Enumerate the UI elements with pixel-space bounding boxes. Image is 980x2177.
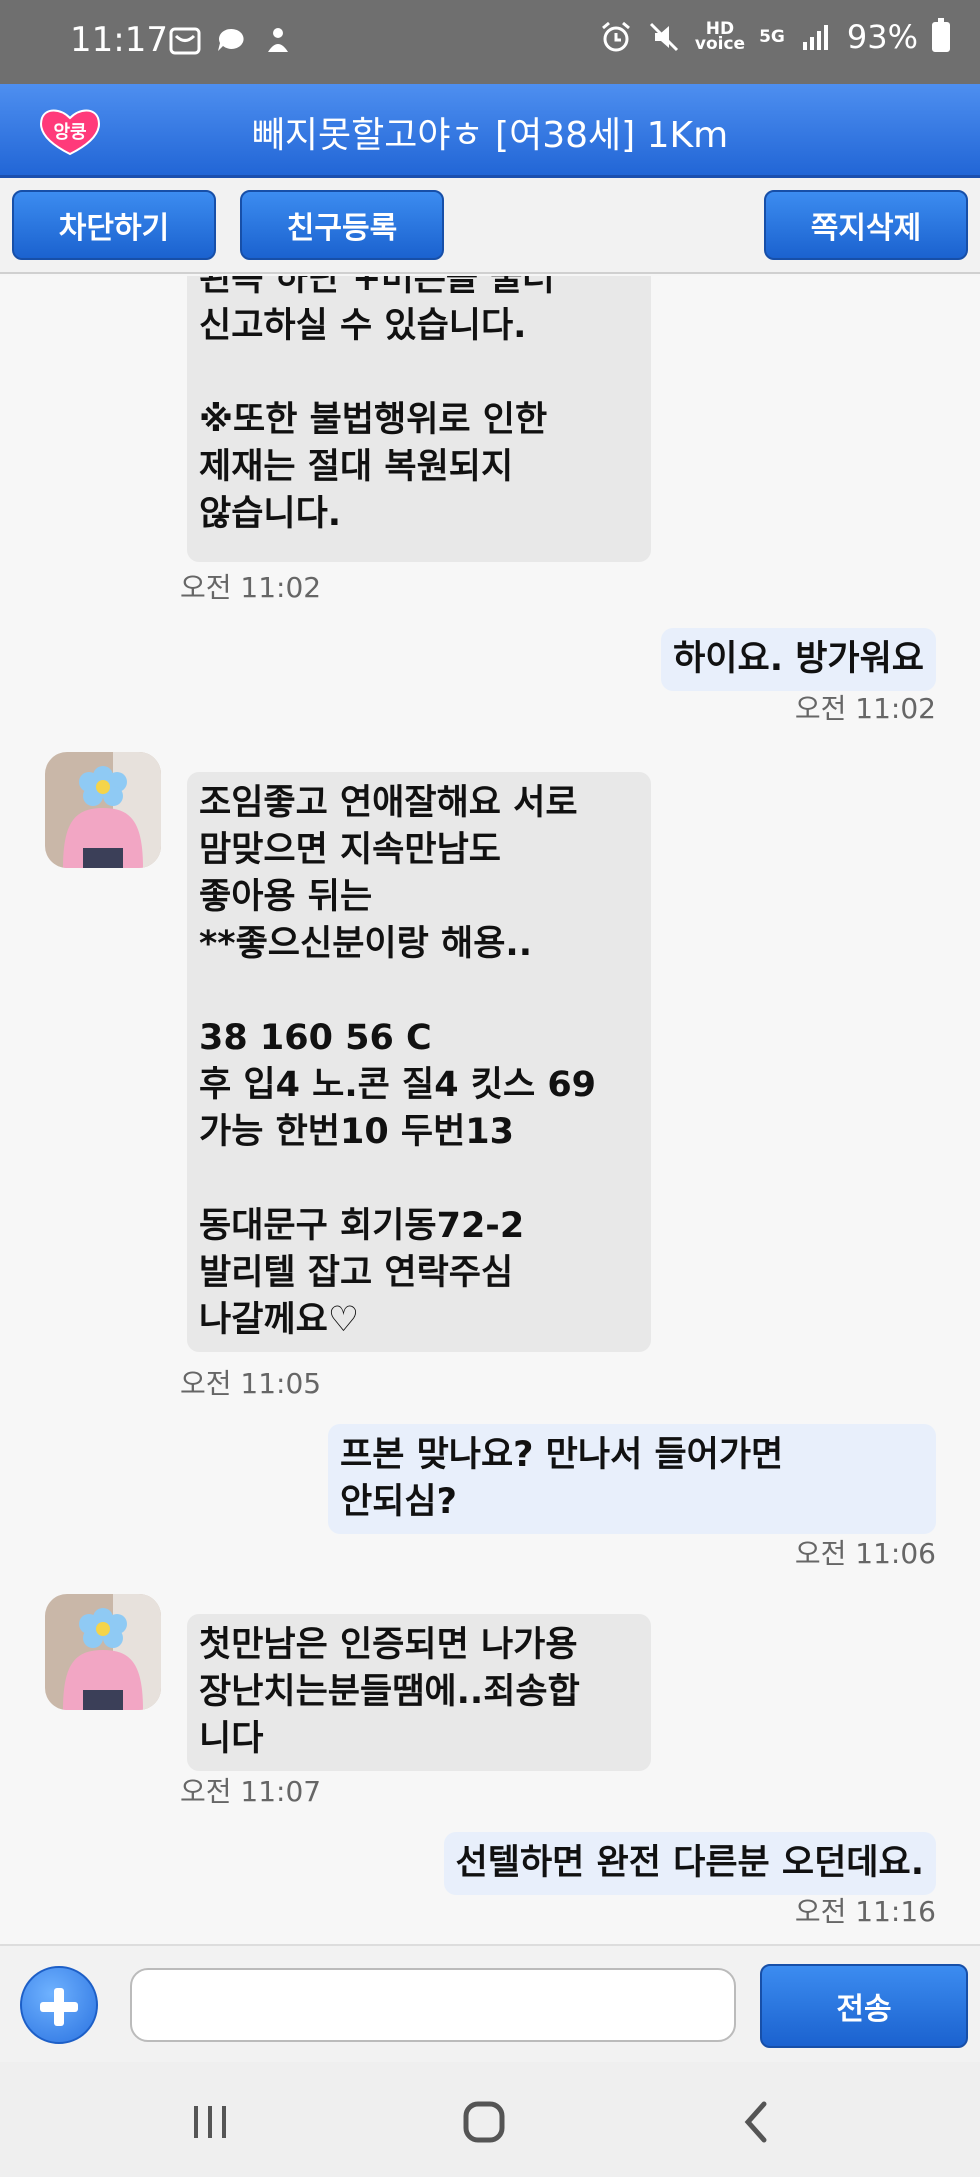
chat-icon bbox=[218, 28, 244, 51]
message-bubble-sent: 프본 맞나요? 만나서 들어가면 안되심? bbox=[328, 1424, 936, 1534]
message-bubble-received: 조임좋고 연애잘해요 서로 맘맞으면 지속만남도 좋아용 뒤는 **좋으신분이랑… bbox=[187, 772, 651, 1352]
notification-icons bbox=[168, 24, 294, 58]
message-time: 오전 11:06 bbox=[794, 1537, 936, 1570]
app-icon bbox=[268, 28, 288, 52]
message-bubble-received: 첫만남은 인증되면 나가용 장난치는분들땜에..죄송합 니다 bbox=[187, 1614, 651, 1771]
system-icons: HD voice 5G 93% bbox=[599, 18, 950, 56]
battery-icon bbox=[932, 18, 950, 52]
avatar[interactable] bbox=[45, 752, 161, 868]
network-type: 5G bbox=[759, 26, 785, 47]
message-bubble-sent: 선텔하면 완전 다른분 오던데요. bbox=[443, 1832, 936, 1895]
chat-list[interactable]: 왼쪽 하단 +버튼을 눌러 신고하실 수 있습니다. ※또한 불법행위로 인한 … bbox=[0, 276, 980, 1944]
alarm-icon bbox=[601, 21, 630, 52]
composer-bar: 전송 bbox=[0, 1944, 980, 2062]
message-time: 오전 11:02 bbox=[180, 571, 322, 604]
profile-photo bbox=[45, 1594, 161, 1710]
home-icon[interactable] bbox=[454, 2092, 514, 2152]
message-bubble-sent: 하이요. 방가워요 bbox=[661, 628, 936, 691]
gallery-icon bbox=[169, 27, 201, 55]
system-nav-bar bbox=[0, 2062, 980, 2177]
delete-note-button[interactable]: 쪽지삭제 bbox=[764, 190, 968, 260]
message-bubble-received: 왼쪽 하단 +버튼을 눌러 신고하실 수 있습니다. ※또한 불법행위로 인한 … bbox=[187, 276, 651, 562]
title-bar: 앙쿵 빼지못할고야ㅎ [여38세] 1Km bbox=[0, 84, 980, 178]
message-time: 오전 11:07 bbox=[180, 1775, 322, 1808]
add-friend-button[interactable]: 친구등록 bbox=[240, 190, 444, 260]
avatar[interactable] bbox=[45, 1594, 161, 1710]
block-button[interactable]: 차단하기 bbox=[12, 190, 216, 260]
message-time: 오전 11:05 bbox=[180, 1367, 322, 1400]
recent-apps-icon[interactable] bbox=[180, 2092, 240, 2152]
battery-percent: 93% bbox=[846, 18, 918, 56]
action-bar: 차단하기 친구등록 쪽지삭제 bbox=[0, 178, 980, 274]
chat-partner-title: 빼지못할고야ㅎ [여38세] 1Km bbox=[251, 115, 729, 156]
profile-photo bbox=[45, 752, 161, 868]
message-time: 오전 11:16 bbox=[794, 1895, 936, 1928]
status-time: 11:17 bbox=[70, 20, 168, 60]
send-button[interactable]: 전송 bbox=[760, 1964, 968, 2048]
plus-icon[interactable] bbox=[20, 1966, 98, 2044]
message-input[interactable] bbox=[130, 1968, 736, 2042]
back-icon[interactable] bbox=[728, 2092, 788, 2152]
mute-icon bbox=[649, 22, 678, 52]
signal-icon bbox=[802, 25, 828, 50]
hd-voice-icon: HD voice bbox=[694, 19, 746, 54]
status-bar: 11:17 HD voice 5G 93% bbox=[0, 0, 980, 84]
message-time: 오전 11:02 bbox=[794, 692, 936, 725]
